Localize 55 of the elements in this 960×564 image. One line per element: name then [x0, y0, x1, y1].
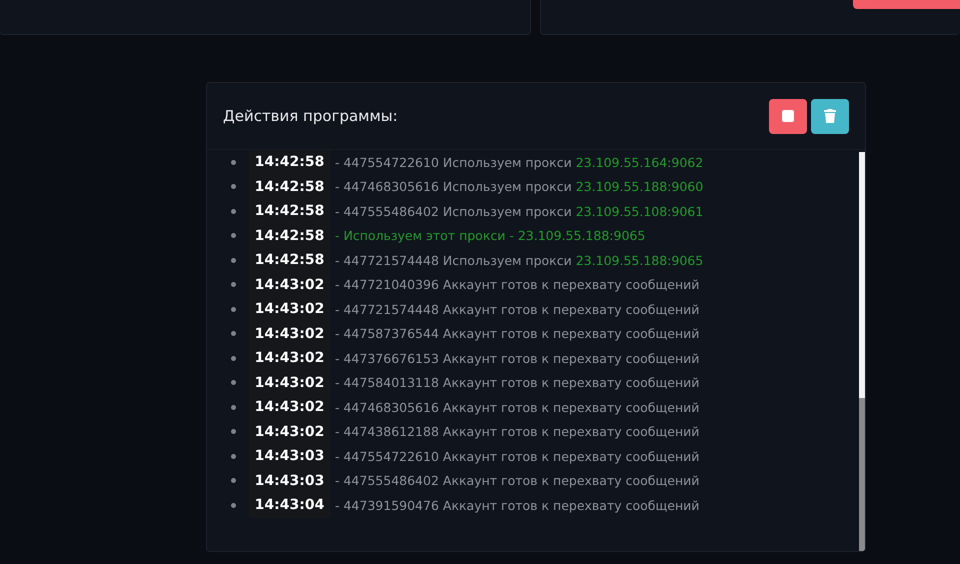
log-time: 14:43:03: [249, 444, 330, 468]
bullet-icon: [231, 233, 236, 238]
log-time: 14:42:58: [249, 248, 330, 272]
proxy-address: 23.109.55.188:9060: [576, 179, 704, 194]
proxy-address: 23.109.55.108:9061: [576, 204, 704, 219]
log-message: - 447554722610 Аккаунт готов к перехвату сообщений: [335, 448, 700, 464]
log-time: 14:43:02: [249, 272, 330, 297]
log-message: - 447555486402 Аккаунт готов к перехвату сообщений: [335, 473, 700, 488]
log-message: - 447468305616 Аккаунт готов к перехвату сообщений: [335, 400, 700, 415]
bullet-icon: [231, 306, 236, 312]
log-message: - 447391590476 Аккаунт готов к перехвату сообщений: [335, 498, 700, 513]
bullet-icon: [231, 404, 236, 410]
log-time: 14:42:58: [249, 224, 330, 248]
bullet-icon: [231, 356, 236, 361]
proxy-address: 23.109.55.188:9065: [576, 252, 704, 268]
panel-title: Действия программы:: [223, 107, 398, 125]
log-time: 14:42:58: [249, 199, 330, 224]
log-time: 14:43:02: [249, 322, 330, 346]
log-message: - 447584013118 Аккаунт готов к перехвату сообщений: [335, 375, 700, 390]
bullet-icon: [231, 380, 236, 386]
stop-button[interactable]: [769, 98, 807, 134]
log-message: - 447438612188 Аккаунт готов к перехвату сообщений: [335, 424, 700, 440]
log-message: - 447376676153 Аккаунт готов к перехвату сообщений: [335, 350, 700, 366]
log-message: - 447721574448 Используем прокси 23.109.55.188:9065: [335, 252, 704, 268]
log-message: - 447554722610 Используем прокси 23.109.55.164:9062: [335, 154, 704, 170]
log-time: 14:43:02: [249, 395, 330, 420]
log-message: - Используем этот прокси - 23.109.55.188:9065: [335, 228, 646, 244]
log-time: 14:43:02: [249, 420, 330, 444]
bullet-icon: [231, 429, 236, 434]
bullet-icon: [231, 478, 236, 484]
log-time: 14:43:02: [249, 346, 330, 370]
bullet-icon: [231, 502, 236, 508]
log-message: - 447721040396 Аккаунт готов к перехвату сообщений: [335, 277, 700, 292]
log-message: - 447721574448 Аккаунт готов к перехвату сообщений: [335, 302, 700, 317]
delete-button[interactable]: [811, 98, 849, 134]
bullet-icon: [231, 208, 236, 214]
log-message: - 447555486402 Используем прокси 23.109.55.108:9061: [335, 204, 704, 219]
log-time: 14:42:58: [249, 150, 330, 174]
stop-icon: [782, 110, 794, 122]
trash-icon: [824, 109, 836, 123]
scrollbar[interactable]: [859, 152, 865, 551]
log-time: 14:43:03: [249, 468, 330, 493]
bullet-icon: [231, 454, 236, 459]
log-message: - 447587376544 Аккаунт готов к перехвату сообщений: [335, 326, 700, 342]
log-message: - 447468305616 Используем прокси 23.109.55.188:9060: [335, 179, 704, 194]
bullet-icon: [231, 160, 236, 165]
proxy-address: 23.109.55.164:9062: [576, 154, 704, 170]
log-time: 14:43:02: [249, 297, 330, 322]
log-time: 14:42:58: [249, 174, 330, 199]
log-time: 14:43:02: [249, 370, 330, 395]
log-time: 14:43:04: [249, 493, 330, 518]
bullet-icon: [231, 184, 236, 190]
bullet-icon: [231, 331, 236, 336]
bullet-icon: [231, 258, 236, 263]
bullet-icon: [231, 282, 236, 288]
